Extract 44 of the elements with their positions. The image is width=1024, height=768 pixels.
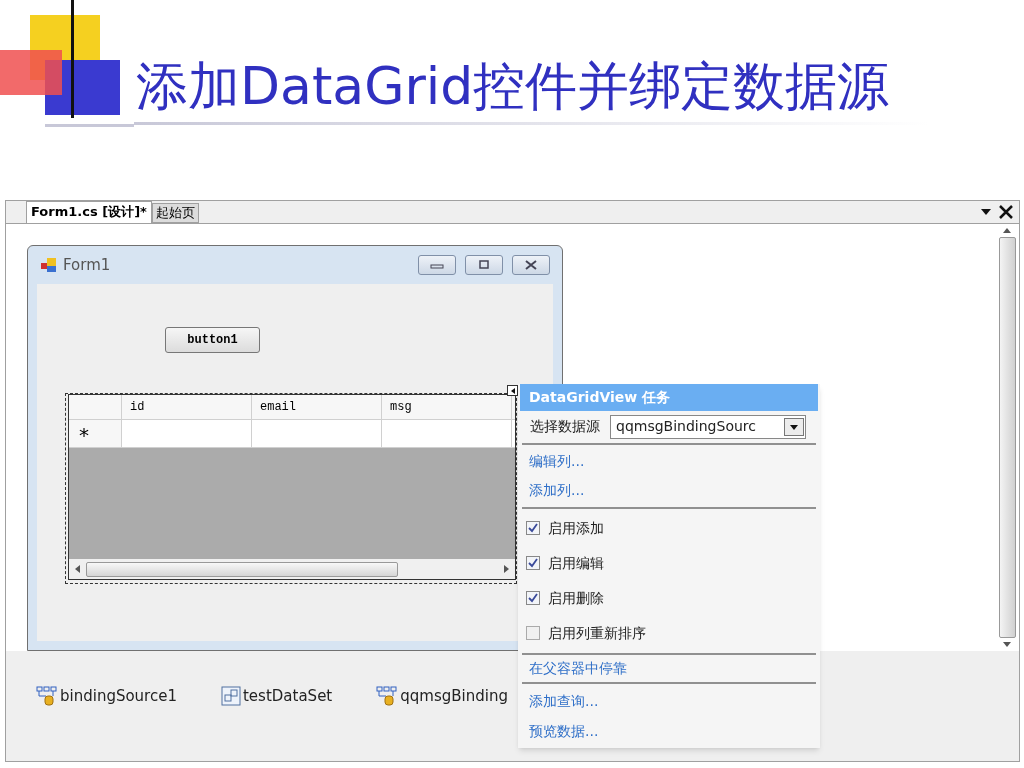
task-link[interactable]: 添加列...: [522, 475, 585, 505]
document-tab[interactable]: Form1.cs [设计]*: [26, 201, 152, 223]
minimize-button[interactable]: [418, 255, 456, 275]
binding-source-icon: [36, 686, 58, 706]
binding-source-icon: [376, 686, 399, 706]
horizontal-scrollbar[interactable]: [69, 559, 515, 579]
task-link[interactable]: 在父容器中停靠: [522, 657, 627, 679]
column-header[interactable]: id: [122, 395, 252, 419]
scroll-left-icon[interactable]: [75, 565, 80, 573]
new-row-marker: *: [69, 420, 122, 447]
component-label[interactable]: qqmsgBinding: [400, 684, 508, 708]
task-link[interactable]: 添加查询...: [522, 686, 599, 716]
scroll-right-icon[interactable]: [504, 565, 509, 573]
column-header[interactable]: email: [252, 395, 382, 419]
option-checkbox[interactable]: 启用编辑: [522, 545, 604, 581]
maximize-icon: [477, 260, 491, 270]
close-icon: [524, 260, 538, 270]
maximize-button[interactable]: [465, 255, 503, 275]
dropdown-arrow-icon[interactable]: [981, 209, 991, 215]
tasks-title: DataGridView 任务: [520, 384, 818, 411]
dataset-icon: [221, 686, 241, 706]
component-label[interactable]: bindingSource1: [60, 684, 177, 708]
datasource-label: 选择数据源: [530, 417, 600, 437]
form-icon: [41, 257, 57, 273]
caret-icon: [510, 387, 515, 394]
task-link[interactable]: 预览数据...: [522, 716, 599, 746]
scroll-up-icon[interactable]: [1003, 228, 1011, 233]
document-tab[interactable]: 起始页: [151, 203, 199, 223]
option-checkbox[interactable]: 启用删除: [522, 580, 604, 616]
option-checkbox[interactable]: 启用添加: [522, 510, 604, 546]
smart-tag-glyph[interactable]: [507, 385, 518, 396]
component-label[interactable]: testDataSet: [243, 684, 333, 708]
check-icon: [528, 593, 538, 604]
close-button[interactable]: [512, 255, 550, 275]
task-link[interactable]: 编辑列...: [522, 446, 585, 476]
check-icon: [528, 523, 538, 534]
close-icon[interactable]: [999, 205, 1013, 219]
option-checkbox[interactable]: 启用列重新排序: [522, 615, 646, 651]
check-icon: [528, 558, 538, 569]
form-button[interactable]: button1: [165, 327, 260, 353]
datasource-dropdown[interactable]: qqmsgBindingSourc: [610, 414, 806, 439]
form-title: Form1: [63, 254, 111, 276]
slide-title: 添加DataGrid控件并绑定数据源: [135, 56, 891, 116]
scroll-down-icon[interactable]: [1003, 642, 1011, 647]
